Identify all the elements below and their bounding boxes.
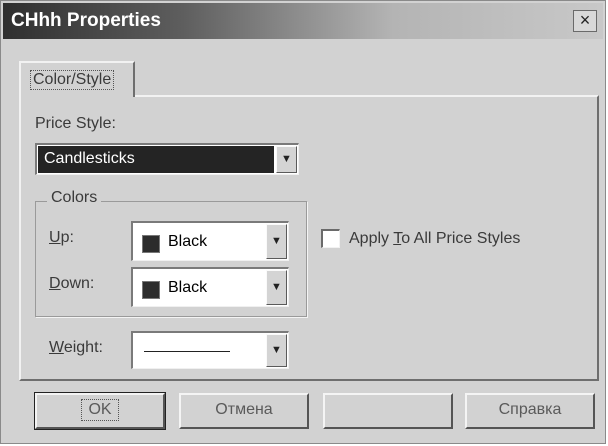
ok-button-label: OK [81, 399, 119, 421]
tab-color-style[interactable]: Color/Style [19, 61, 135, 97]
cancel-button-label: Отмена [215, 401, 273, 418]
help-button-label: Справка [498, 401, 562, 418]
close-icon: × [579, 10, 591, 30]
color-style-panel [19, 95, 599, 381]
dialog-title: CHhh Properties [11, 10, 161, 31]
properties-dialog: CHhh Properties × Color/Style Price Styl… [0, 0, 606, 444]
ok-button[interactable]: OK [34, 392, 166, 430]
title-bar[interactable]: CHhh Properties × [3, 3, 603, 39]
apply-button[interactable] [323, 393, 453, 429]
help-button[interactable]: Справка [465, 393, 595, 429]
cancel-button[interactable]: Отмена [179, 393, 309, 429]
tab-color-style-label: Color/Style [30, 70, 115, 90]
close-button[interactable]: × [573, 10, 597, 32]
